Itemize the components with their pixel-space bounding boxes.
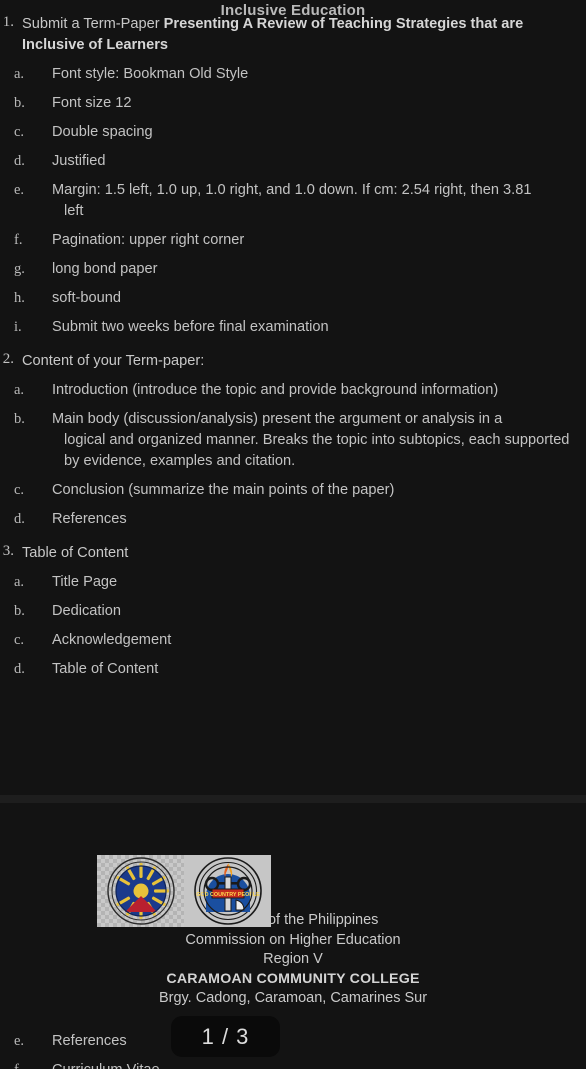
list-item: a. Introduction (introduce the topic and… xyxy=(0,380,586,401)
list-marker: b. xyxy=(14,95,25,111)
list-marker: c. xyxy=(14,632,25,648)
list-item-text: Table of Content xyxy=(52,661,159,677)
list-marker: e. xyxy=(14,182,25,198)
address-line: Republic of the Philippines xyxy=(207,912,379,928)
page-separator xyxy=(0,795,586,803)
list-item-text: Justified xyxy=(52,153,106,169)
svg-text:GOD COUNTRY PEOPLE: GOD COUNTRY PEOPLE xyxy=(196,892,260,898)
list-marker: i. xyxy=(14,319,22,335)
list-item-text: Pagination: upper right corner xyxy=(52,232,245,248)
list-marker: f. xyxy=(0,1060,52,1069)
list-item: 2. Content of your Term-paper: xyxy=(0,351,586,372)
document-page-1[interactable]: Inclusive Education 1. Submit a Term-Pap… xyxy=(0,2,586,795)
letterhead-address: Republic of the Philippines Commission o… xyxy=(0,911,586,1009)
list-item: d. References xyxy=(0,509,586,530)
list-item-text: long bond paper xyxy=(52,261,158,277)
address-line: Commission on Higher Education xyxy=(185,931,401,948)
list-item: d. Table of Content xyxy=(0,659,586,680)
list-marker: a. xyxy=(14,574,25,590)
list-item: e. Margin: 1.5 left, 1.0 up, 1.0 right, … xyxy=(0,180,586,222)
list-section-3: 3. Table of Content a. Title Page b. Ded… xyxy=(0,543,586,680)
list-item: g. long bond paper xyxy=(0,259,586,280)
letterhead-logos: GOD COUNTRY PEOPLE xyxy=(97,855,271,927)
list-section-1: 1. Submit a Term-Paper Presenting A Revi… xyxy=(0,14,586,338)
list-item-line: Main body (discussion/analysis) present … xyxy=(52,411,503,427)
list-item: e. References xyxy=(0,1031,586,1052)
list-item: a. Font style: Bookman Old Style xyxy=(0,64,586,85)
list-marker: c. xyxy=(14,482,25,498)
list-marker: a. xyxy=(14,66,25,82)
list-marker: d. xyxy=(14,153,25,169)
list-item: d. Justified xyxy=(0,151,586,172)
clipped-page-header: Inclusive Education xyxy=(220,2,366,19)
list-item-text: References xyxy=(52,511,127,527)
list-item: 3. Table of Content xyxy=(0,543,586,564)
list-marker: b. xyxy=(14,411,25,427)
list-marker: d. xyxy=(14,661,25,677)
address-line: Region V xyxy=(263,951,323,967)
list-item: b. Main body (discussion/analysis) prese… xyxy=(0,409,586,472)
list-item: c. Double spacing xyxy=(0,122,586,143)
list-item-text: Curriculum Vitae xyxy=(52,1060,176,1069)
list-section-continued: e. References f. Curriculum Vitae xyxy=(0,1031,586,1069)
list-item-text: References xyxy=(52,1032,127,1049)
list-item-line: Margin: 1.5 left, 1.0 up, 1.0 right, and… xyxy=(52,182,532,198)
list-marker: f. xyxy=(14,232,23,248)
list-item: b. Dedication xyxy=(0,601,586,622)
list-item: a. Title Page xyxy=(0,572,586,593)
list-item-text: Title Page xyxy=(52,574,118,590)
list-marker: a. xyxy=(14,382,25,398)
list-item: h. soft-bound xyxy=(0,288,586,309)
caramoan-community-college-seal-icon: GOD COUNTRY PEOPLE xyxy=(184,855,271,927)
list-item-text: Conclusion (summarize the main points of… xyxy=(52,482,395,498)
list-item-text: Font size 12 xyxy=(52,95,132,111)
list-item-continuation: left xyxy=(64,203,84,219)
list-marker: 2. xyxy=(2,351,14,367)
list-item-text: soft-bound xyxy=(52,290,121,306)
list-item-text: Acknowledgement xyxy=(52,632,172,648)
list-marker: h. xyxy=(14,290,25,306)
list-item-text: Submit two weeks before final examinatio… xyxy=(52,319,329,335)
list-marker: c. xyxy=(14,124,25,140)
list-item-text: Content of your Term-paper: xyxy=(22,353,205,369)
list-item: f. Pagination: upper right corner xyxy=(0,230,586,251)
list-item: i. Submit two weeks before final examina… xyxy=(0,317,586,338)
list-item: b. Font size 12 xyxy=(0,93,586,114)
list-marker: d. xyxy=(14,511,25,527)
list-section-2: 2. Content of your Term-paper: a. Introd… xyxy=(0,351,586,530)
pdf-viewer[interactable]: Inclusive Education 1. Submit a Term-Pap… xyxy=(0,2,586,1069)
institution-name: CARAMOAN COMMUNITY COLLEGE xyxy=(166,970,420,987)
letterhead: GOD COUNTRY PEOPLE Republic of the Phili… xyxy=(0,803,586,1009)
list-item: c. Conclusion (summarize the main points… xyxy=(0,480,586,501)
list-item: c. Acknowledgement xyxy=(0,630,586,651)
list-marker: g. xyxy=(14,261,25,277)
list-item-text: Submit a Term-Paper Presenting A Review … xyxy=(14,14,586,56)
list-item-text: Font style: Bookman Old Style xyxy=(52,66,249,82)
list-item-text: Introduction (introduce the topic and pr… xyxy=(52,382,499,398)
list-marker: e. xyxy=(14,1032,25,1049)
list-item: f. Curriculum Vitae xyxy=(0,1060,586,1069)
address-line: Brgy. Cadong, Caramoan, Camarines Sur xyxy=(158,990,428,1006)
document-page-2[interactable]: GOD COUNTRY PEOPLE Republic of the Phili… xyxy=(0,803,586,1069)
list-item-text: Main body (discussion/analysis) present … xyxy=(52,409,586,472)
list-item-continuation: logical and organized manner. Breaks the… xyxy=(64,432,570,469)
page-indicator: 1 / 3 xyxy=(171,1016,280,1057)
list-item-text: Table of Content xyxy=(22,545,129,561)
ched-seal-icon xyxy=(97,855,184,927)
list-marker: 3. xyxy=(2,543,14,559)
list-item-text: Margin: 1.5 left, 1.0 up, 1.0 right, and… xyxy=(52,180,547,222)
list-item-text: Dedication xyxy=(52,603,121,619)
list-item: 1. Submit a Term-Paper Presenting A Revi… xyxy=(0,14,586,56)
list-item-text: Double spacing xyxy=(52,124,153,140)
list-marker: b. xyxy=(14,603,25,619)
